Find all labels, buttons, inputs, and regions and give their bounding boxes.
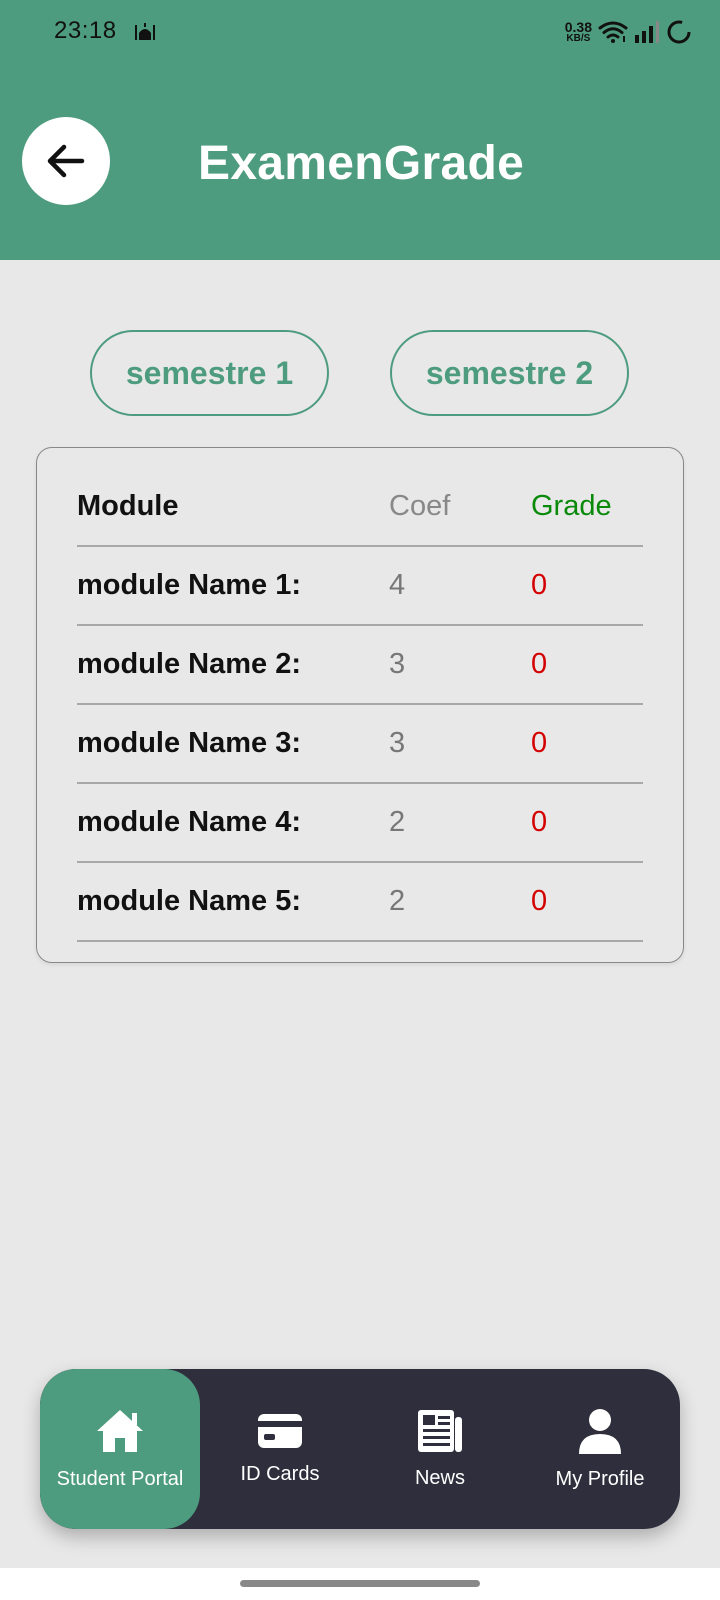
module-name: module Name 1: — [77, 569, 301, 601]
module-name: module Name 2: — [77, 648, 301, 680]
module-grade: 0 — [531, 806, 548, 838]
card-icon — [258, 1413, 302, 1448]
table-row: module Name 5: 2 0 — [77, 863, 643, 942]
arrow-left-icon — [47, 144, 85, 178]
nav-my-profile[interactable]: My Profile — [520, 1369, 680, 1529]
module-grade: 0 — [531, 727, 548, 759]
module-grade: 0 — [531, 569, 548, 601]
table-row: module Name 1: 4 0 — [77, 547, 643, 626]
header-module: Module — [77, 490, 179, 522]
nav-id-cards[interactable]: ID Cards — [200, 1369, 360, 1529]
header-grade: Grade — [531, 490, 612, 522]
home-icon — [97, 1409, 143, 1452]
module-name: module Name 3: — [77, 727, 301, 759]
gesture-handle[interactable] — [240, 1580, 480, 1587]
semester-tabs: semestre 1 semestre 2 — [0, 330, 720, 416]
back-button[interactable] — [22, 117, 110, 205]
nav-news[interactable]: News — [360, 1369, 520, 1529]
battery-ring-icon — [667, 20, 691, 44]
signal-icon — [635, 21, 659, 43]
app-header: 23:18 0.38 KB/S ExamenGrade — [0, 0, 720, 260]
module-coef: 3 — [389, 727, 406, 759]
nav-label: Student Portal — [56, 1467, 184, 1490]
table-row: module Name 3: 3 0 — [77, 705, 643, 784]
module-grade: 0 — [531, 648, 548, 680]
tab-semestre-1[interactable]: semestre 1 — [90, 330, 329, 416]
status-time: 23:18 — [54, 17, 117, 44]
module-grade: 0 — [531, 885, 548, 917]
screen: 23:18 0.38 KB/S ExamenGrade semestre 1 s… — [0, 0, 720, 1600]
module-coef: 2 — [389, 806, 406, 838]
table-row: module Name 4: 2 0 — [77, 784, 643, 863]
module-name: module Name 4: — [77, 806, 301, 838]
nav-student-portal[interactable]: Student Portal — [40, 1369, 200, 1529]
network-speed-value: 0.38 — [564, 19, 592, 35]
header-coef: Coef — [389, 490, 451, 522]
mosque-icon — [135, 23, 155, 40]
network-speed: 0.38 KB/S — [565, 20, 592, 44]
tab-semestre-2[interactable]: semestre 2 — [390, 330, 629, 416]
newspaper-icon — [418, 1409, 462, 1452]
grades-table: Module Coef Grade module Name 1: 4 0 mod… — [77, 468, 643, 942]
nav-label: My Profile — [555, 1467, 645, 1490]
module-coef: 3 — [389, 648, 406, 680]
module-coef: 4 — [389, 569, 406, 601]
person-icon — [579, 1408, 621, 1454]
network-speed-unit: KB/S — [566, 33, 591, 44]
nav-label: News — [414, 1466, 465, 1489]
wifi-icon — [598, 21, 628, 43]
status-indicators: 0.38 KB/S — [565, 14, 692, 50]
bottom-navigation: Student Portal ID Cards News My Profile — [40, 1369, 680, 1529]
table-header-row: Module Coef Grade — [77, 468, 643, 547]
module-coef: 2 — [389, 885, 406, 917]
table-row: module Name 2: 3 0 — [77, 626, 643, 705]
nav-label: ID Cards — [240, 1462, 320, 1485]
grades-card: Module Coef Grade module Name 1: 4 0 mod… — [36, 447, 684, 963]
page-title: ExamenGrade — [198, 137, 525, 190]
module-name: module Name 5: — [77, 885, 301, 917]
